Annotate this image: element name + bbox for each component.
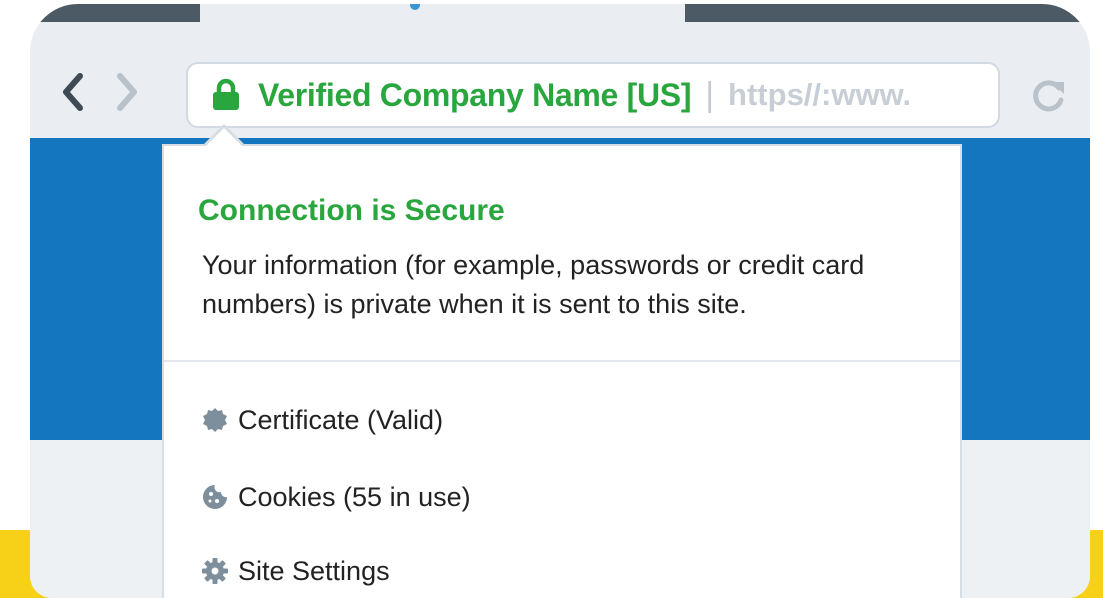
certificate-item[interactable]: Certificate (Valid) [202,400,443,440]
gear-icon [202,558,228,584]
site-settings-label: Site Settings [238,555,390,586]
popup-title: Connection is Secure [198,194,505,227]
url-text[interactable]: https//:www. [728,77,998,113]
site-settings-item[interactable]: Site Settings [202,551,390,591]
browser-toolbar: Verified Company Name [US] | https//:www… [30,22,1090,138]
popup-divider [164,360,960,362]
address-bar[interactable]: Verified Company Name [US] | https//:www… [186,62,1000,128]
site-security-popup: Connection is Secure Your information (f… [164,146,960,598]
tab-strip [30,4,1090,22]
lock-icon[interactable] [212,78,240,111]
inactive-tab-right[interactable] [685,4,1090,22]
site-identity[interactable]: Verified Company Name [US] [258,77,692,114]
address-separator: | [705,75,715,114]
browser-window: Verified Company Name [US] | https//:www… [30,4,1090,598]
popup-caret-fill [203,128,245,149]
certificate-badge-icon [202,407,228,433]
cookies-item[interactable]: Cookies (55 in use) [202,477,471,517]
popup-description: Your information (for example, passwords… [202,250,865,319]
chevron-left-icon[interactable] [58,70,88,114]
active-tab[interactable] [200,4,685,22]
tab-favicon [410,4,420,10]
chevron-right-icon[interactable] [112,70,142,114]
cookies-label: Cookies (55 in use) [238,481,471,512]
cookie-icon [202,484,228,510]
certificate-label: Certificate (Valid) [238,404,444,435]
inactive-tab-left[interactable] [30,4,200,22]
reload-icon[interactable] [1028,76,1068,116]
